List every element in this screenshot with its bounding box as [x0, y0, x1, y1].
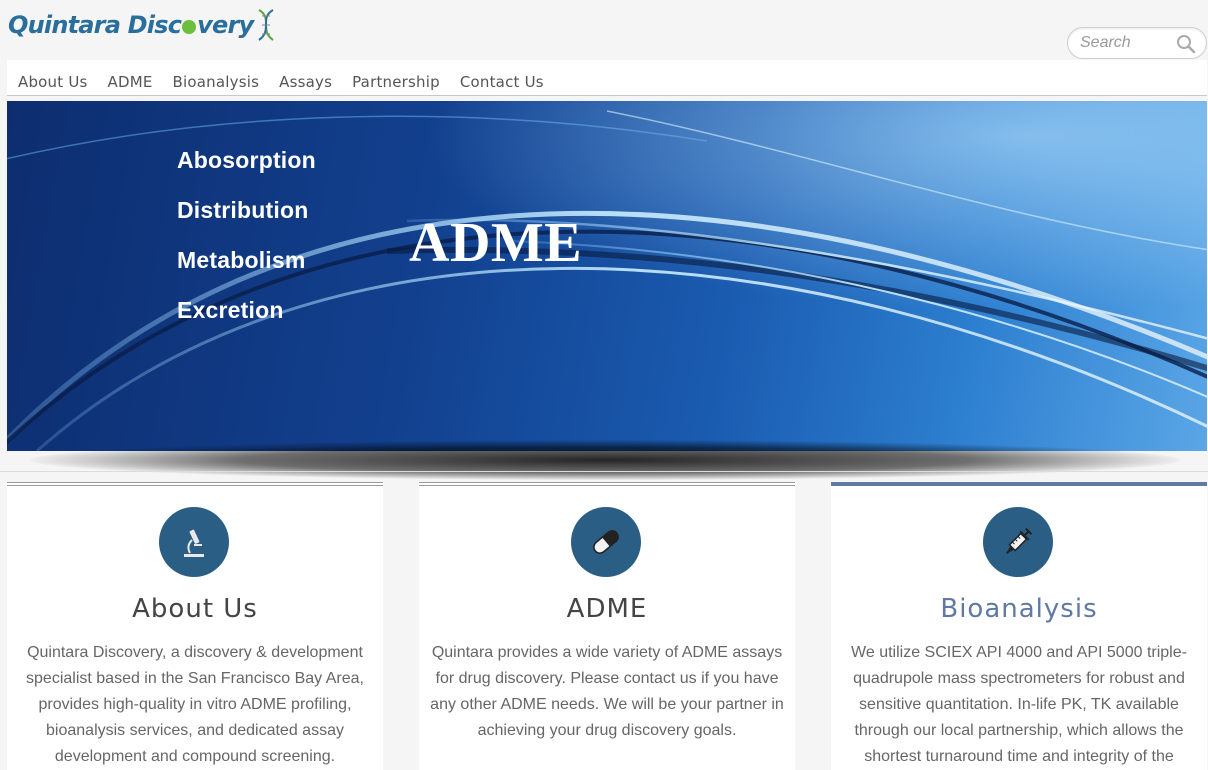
- syringe-icon: [1005, 527, 1033, 555]
- dna-icon: [258, 9, 274, 41]
- section-divider: [0, 471, 1208, 472]
- hero-list-item: Excretion: [177, 297, 284, 323]
- search-box[interactable]: [1067, 27, 1207, 59]
- card-text: Quintara provides a wide variety of ADME…: [430, 644, 784, 739]
- nav-about-us[interactable]: About Us: [7, 73, 98, 91]
- nav-bioanalysis[interactable]: Bioanalysis: [163, 73, 270, 91]
- search-input[interactable]: [1080, 33, 1176, 53]
- hero-list-item: Abosorption: [177, 147, 316, 173]
- hero-title: ADME: [409, 212, 583, 274]
- card-title: Bioanalysis: [940, 594, 1098, 624]
- nav-contact-us[interactable]: Contact Us: [450, 73, 554, 91]
- pill-icon: [593, 530, 619, 554]
- hero-list-item: Distribution: [177, 197, 309, 223]
- card-text: Quintara Discovery, a discovery & develo…: [26, 644, 364, 765]
- card-adme[interactable]: ADME Quintara provides a wide variety of…: [419, 482, 795, 770]
- card-top-border: [419, 482, 795, 486]
- hero-list-item: Metabolism: [177, 247, 306, 273]
- card-about-us[interactable]: About Us Quintara Discovery, a discovery…: [7, 482, 383, 770]
- card-title: ADME: [566, 594, 648, 624]
- nav-assays[interactable]: Assays: [269, 73, 342, 91]
- card-text: We utilize SCIEX API 4000 and API 5000 t…: [851, 644, 1187, 765]
- microscope-icon: [184, 529, 204, 557]
- card-bioanalysis[interactable]: Bioanalysis We utilize SCIEX API 4000 an…: [831, 482, 1207, 770]
- logo-wordmark: Quintara Disc very: [8, 11, 254, 39]
- search-icon[interactable]: [1176, 34, 1196, 54]
- card-top-border: [831, 482, 1207, 486]
- main-nav: About Us ADME Bioanalysis Assays Partner…: [7, 60, 1207, 96]
- nav-partnership[interactable]: Partnership: [342, 73, 450, 91]
- card-title: About Us: [132, 594, 258, 624]
- card-icon-circle: [983, 507, 1053, 577]
- apple-icon: [182, 20, 197, 34]
- card-top-border: [7, 482, 383, 486]
- adme-list: Abosorption Distribution Metabolism Excr…: [177, 147, 316, 347]
- card-icon-circle: [571, 507, 641, 577]
- hero-shadow: [30, 440, 1180, 480]
- card-icon-circle: [159, 507, 229, 577]
- nav-adme[interactable]: ADME: [98, 73, 163, 91]
- site-logo[interactable]: Quintara Disc very: [8, 6, 277, 44]
- hero-banner: Abosorption Distribution Metabolism Excr…: [7, 101, 1207, 451]
